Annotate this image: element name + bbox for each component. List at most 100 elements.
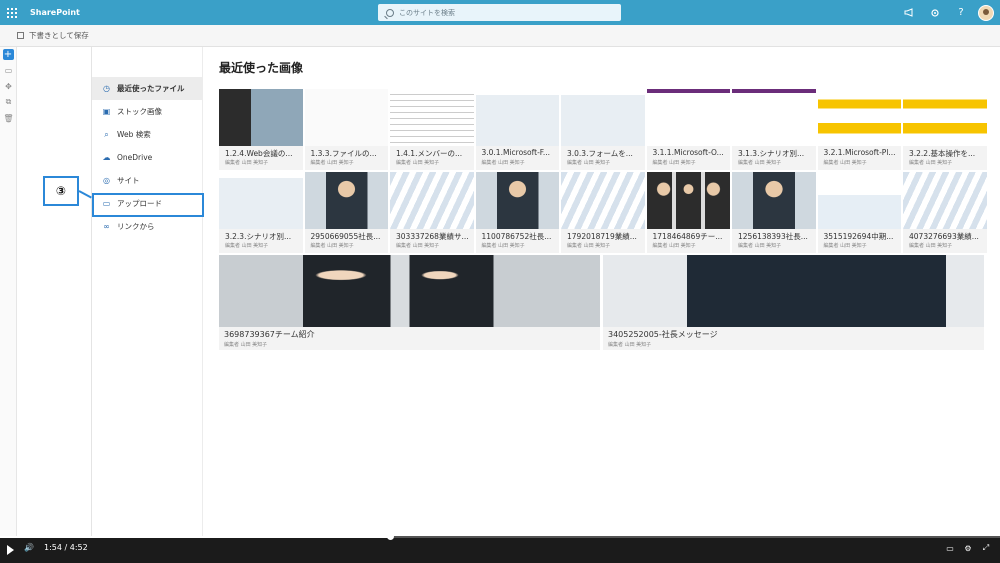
nav-web-search[interactable]: ⌕ Web 検索 — [92, 123, 202, 146]
play-icon[interactable] — [7, 545, 14, 555]
nav-item-label: リンクから — [117, 222, 155, 231]
tile-editor: 編集者 山田 美知子 — [909, 243, 953, 249]
cloud-icon: ☁ — [102, 153, 111, 162]
thumbnail — [732, 89, 816, 146]
image-icon: ▣ — [102, 107, 111, 116]
thumbnail — [390, 172, 474, 229]
image-tile[interactable]: 3698739367チーム紹介 編集者 山田 美知子 — [219, 255, 600, 350]
image-tile[interactable]: 3.2.3.シナリオ別... 編集者 山田 美知子 — [219, 172, 303, 253]
image-tile[interactable]: 2950669055社長... 編集者 山田 美知子 — [304, 172, 388, 253]
nav-item-label: サイト — [117, 176, 140, 185]
image-tile[interactable]: 1718464869チー... 編集者 山田 美知子 — [646, 172, 730, 253]
save-draft-label: 下書きとして保存 — [29, 31, 89, 40]
tile-title: 3.0.1.Microsoft-F... — [481, 148, 551, 157]
nav-from-link[interactable]: ∞ リンクから — [92, 215, 202, 238]
clock-icon: ◷ — [103, 84, 110, 93]
search-box[interactable]: このサイトを検索 — [378, 4, 621, 21]
thumbnail — [561, 172, 645, 229]
image-tile[interactable]: 3.2.1.Microsoft-Pl... 編集者 山田 美知子 — [817, 89, 901, 170]
image-tile[interactable]: 3515192694中期... 編集者 山田 美知子 — [817, 172, 901, 253]
image-tile[interactable]: 4073276693業績... 編集者 山田 美知子 — [903, 172, 987, 253]
nav-stock-images[interactable]: ▣ ストック画像 — [92, 100, 202, 123]
image-tile[interactable]: 3.0.3.フォームを... 編集者 山田 美知子 — [561, 89, 645, 170]
tile-editor: 編集者 山田 美知子 — [481, 160, 525, 166]
brand-name[interactable]: SharePoint — [30, 8, 80, 17]
tile-title: 3698739367チーム紹介 — [224, 330, 315, 339]
thumbnail — [475, 172, 559, 229]
search-placeholder: このサイトを検索 — [399, 8, 455, 17]
tile-editor: 編集者 山田 美知子 — [481, 243, 525, 249]
add-section-button[interactable]: + — [2, 49, 14, 60]
image-tile[interactable]: 1.2.4.Web会議の... 編集者 山田 美知子 — [219, 89, 303, 170]
fullscreen-icon[interactable]: ⤢ — [980, 543, 992, 553]
help-icon[interactable]: ? — [948, 0, 974, 25]
nav-recent-files[interactable]: ◷ 最近使ったファイル — [92, 77, 202, 100]
command-bar: 下書きとして保存 — [0, 25, 1000, 47]
page-canvas-area — [17, 47, 92, 537]
progress-knob[interactable] — [387, 533, 394, 540]
tile-editor: 編集者 山田 美知子 — [310, 243, 354, 249]
comment-icon[interactable]: ▭ — [0, 62, 17, 78]
nav-onedrive[interactable]: ☁ OneDrive — [92, 146, 202, 169]
avatar[interactable] — [978, 4, 994, 21]
duplicate-icon[interactable]: ⧉ — [0, 94, 17, 110]
nav-item-label: OneDrive — [117, 153, 153, 162]
image-tile[interactable]: 3.2.2.基本操作を... 編集者 山田 美知子 — [903, 89, 987, 170]
link-icon: ∞ — [103, 222, 110, 231]
tile-editor: 編集者 山田 美知子 — [608, 342, 652, 348]
thumbnail — [646, 172, 730, 229]
image-tile[interactable]: 1256138393社長... 編集者 山田 美知子 — [732, 172, 816, 253]
image-row: 1.2.4.Web会議の... 編集者 山田 美知子 1.3.3.ファイルの...… — [219, 89, 999, 170]
nav-site[interactable]: ◎ サイト — [92, 169, 202, 192]
image-tile[interactable]: 1792018719業績... 編集者 山田 美知子 — [561, 172, 645, 253]
app-launcher-icon[interactable] — [0, 0, 24, 25]
tile-editor: 編集者 山田 美知子 — [310, 160, 354, 166]
video-progress-bar[interactable] — [0, 536, 1000, 538]
image-tile[interactable]: 1100786752社長... 編集者 山田 美知子 — [475, 172, 559, 253]
volume-icon[interactable]: 🔊 — [24, 543, 34, 552]
recent-images-grid: 1.2.4.Web会議の... 編集者 山田 美知子 1.3.3.ファイルの...… — [219, 89, 999, 350]
tile-editor: 編集者 山田 美知子 — [652, 243, 696, 249]
search-icon — [386, 8, 394, 17]
time-display: 1:54 / 4:52 — [44, 543, 88, 552]
gear-icon[interactable] — [922, 0, 948, 25]
image-tile[interactable]: 1.4.1.メンバーの... 編集者 山田 美知子 — [390, 89, 474, 170]
thumbnail — [603, 255, 984, 327]
step-number-callout: ③ — [43, 176, 79, 206]
tile-title: 2950669055社長... — [310, 232, 381, 241]
tile-editor: 編集者 山田 美知子 — [396, 160, 440, 166]
settings-icon[interactable]: ⚙ — [962, 543, 974, 553]
thumbnail — [219, 255, 600, 327]
tile-title: 1792018719業績... — [567, 232, 637, 241]
tile-editor: 編集者 山田 美知子 — [652, 160, 696, 166]
image-tile[interactable]: 303337268業績サ... 編集者 山田 美知子 — [390, 172, 474, 253]
callout-highlight-box — [92, 193, 204, 217]
thumbnail — [903, 89, 987, 146]
image-tile[interactable]: 3.1.1.Microsoft-O... 編集者 山田 美知子 — [646, 89, 730, 170]
image-tile[interactable]: 3.0.1.Microsoft-F... 編集者 山田 美知子 — [475, 89, 559, 170]
tile-editor: 編集者 山田 美知子 — [738, 160, 782, 166]
save-draft-button[interactable]: 下書きとして保存 — [17, 30, 89, 41]
image-row: 3.2.3.シナリオ別... 編集者 山田 美知子 2950669055社長...… — [219, 172, 999, 253]
thumbnail — [561, 89, 645, 146]
tile-editor: 編集者 山田 美知子 — [738, 243, 782, 249]
thumbnail — [390, 89, 474, 146]
move-icon[interactable]: ✥ — [0, 78, 17, 94]
megaphone-icon[interactable] — [896, 0, 922, 25]
image-tile[interactable]: 3405252005-社長メッセージ 編集者 山田 美知子 — [603, 255, 984, 350]
thumbnail — [304, 89, 388, 146]
image-tile[interactable]: 1.3.3.ファイルの... 編集者 山田 美知子 — [304, 89, 388, 170]
thumbnail — [646, 89, 730, 146]
thumbnail — [732, 172, 816, 229]
current-time: 1:54 — [44, 543, 62, 552]
section-heading: 最近使った画像 — [219, 61, 304, 75]
globe-icon: ◎ — [103, 176, 110, 185]
tile-title: 3405252005-社長メッセージ — [608, 330, 718, 339]
captions-icon[interactable]: ▭ — [944, 543, 956, 553]
delete-icon[interactable]: 🗑 — [0, 110, 17, 126]
nav-item-label: ストック画像 — [117, 107, 162, 116]
thumbnail — [219, 172, 303, 229]
image-tile[interactable]: 3.1.3.シナリオ別... 編集者 山田 美知子 — [732, 89, 816, 170]
tile-title: 1100786752社長... — [481, 232, 552, 241]
tile-title: 3.2.1.Microsoft-Pl... — [823, 148, 896, 157]
